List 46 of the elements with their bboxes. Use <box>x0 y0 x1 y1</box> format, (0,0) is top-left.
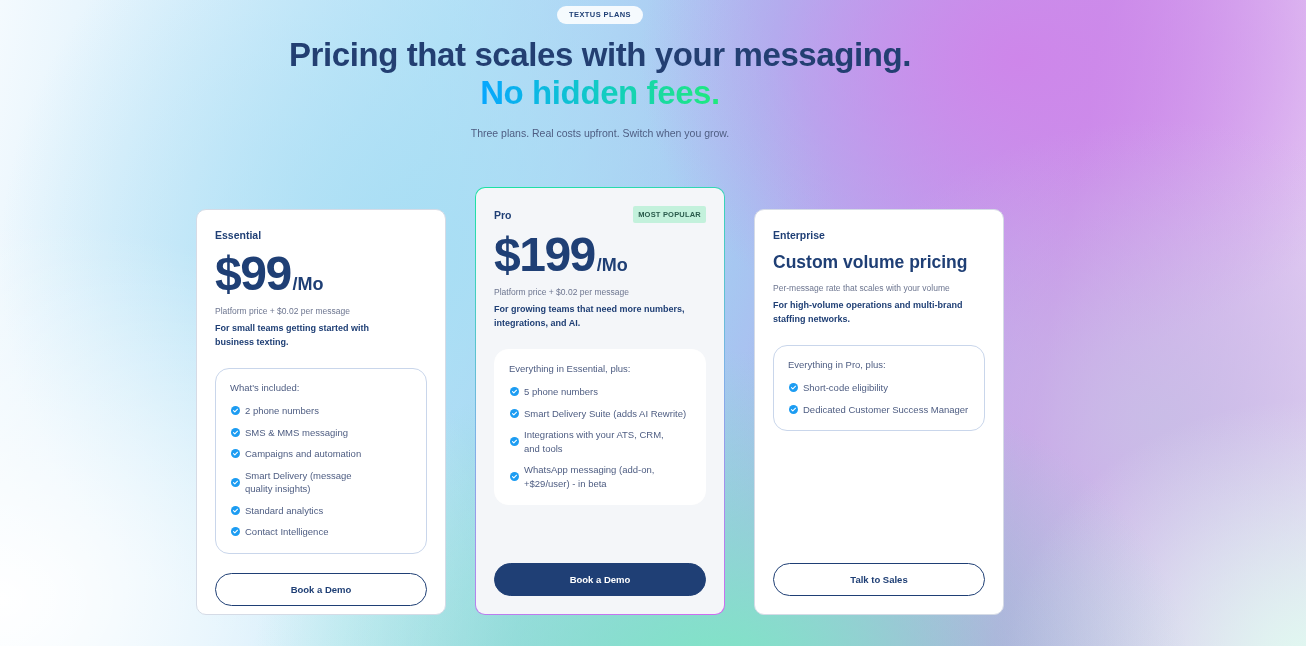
cta-button[interactable]: Book a Demo <box>494 563 706 596</box>
features-heading: Everything in Pro, plus: <box>788 358 887 372</box>
plan-name: Enterprise <box>773 228 825 242</box>
price-note: Platform price + $0.02 per message <box>494 286 630 298</box>
feature-text: Campaigns and automation <box>245 447 362 461</box>
feature-text: SMS & MMS messaging <box>245 425 348 439</box>
plan-name: Essential <box>215 228 262 242</box>
features-heading: What's included: <box>230 381 301 395</box>
price-note: Platform price + $0.02 per message <box>215 305 351 317</box>
price-period: /Mo <box>292 274 324 294</box>
check-icon <box>510 408 519 418</box>
feature-text: Smart Delivery (message quality insights) <box>245 468 352 496</box>
cta-button[interactable]: Book a Demo <box>215 572 427 606</box>
feature-text: Smart Delivery Suite (adds AI Rewrite) <box>524 406 687 420</box>
feature-text: Standard analytics <box>245 503 324 517</box>
check-icon <box>231 449 240 459</box>
price-amount: $199 <box>494 231 595 279</box>
feature-text: 5 phone numbers <box>524 385 598 399</box>
feature-text: WhatsApp messaging (add-on, +$29/user) - in beta <box>524 463 655 490</box>
feature-text: Contact Intelligence <box>245 525 329 539</box>
subtitle: Three plans. Real costs upfront. Switch when you grow. <box>470 126 730 140</box>
feature-text: 2 phone numbers <box>245 404 319 418</box>
check-icon <box>510 437 519 446</box>
check-icon <box>789 404 798 414</box>
check-icon <box>231 406 240 416</box>
plan-description: For small teams getting started with business texting. <box>215 322 371 349</box>
price-period: /Mo <box>596 255 628 275</box>
plan-name: Pro <box>494 207 512 222</box>
feature-text: Integrations with your ATS, CRM, and tools <box>524 428 664 455</box>
pricing-headline: Custom volume pricing <box>773 251 969 273</box>
feature-text: Dedicated Customer Success Manager <box>803 402 969 416</box>
price-note: Per-message rate that scales with your volume <box>773 282 951 294</box>
plan-description: For growing teams that need more numbers, integrations, and AI. <box>494 303 686 330</box>
check-icon <box>789 383 798 393</box>
check-icon <box>510 472 519 481</box>
price-amount: $99 <box>215 250 291 298</box>
plan-description: For high-volume operations and multi-brand staffing networks. <box>773 299 964 326</box>
headline: Pricing that scales with your messaging. <box>288 36 912 74</box>
check-icon <box>231 427 240 437</box>
feature-text: Short-code eligibility <box>803 381 888 395</box>
check-icon <box>231 527 240 537</box>
features-heading: Everything in Essential, plus: <box>509 362 632 376</box>
cta-button[interactable]: Talk to Sales <box>773 563 985 596</box>
check-icon <box>231 505 240 515</box>
check-icon <box>231 477 240 487</box>
check-icon <box>510 387 519 397</box>
